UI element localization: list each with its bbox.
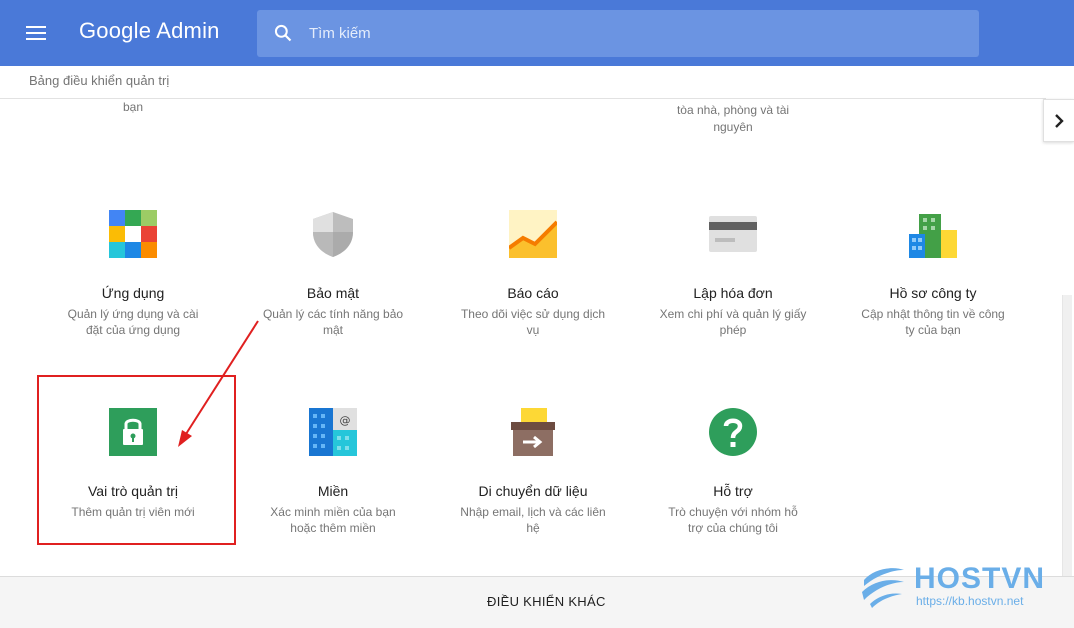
tile-reports[interactable]: Báo cáo Theo dõi việc sử dụng dịch vụ <box>443 210 623 338</box>
hostvn-logo-icon <box>862 568 904 608</box>
domains-icon: @ <box>309 408 357 456</box>
breadcrumb: Bảng điều khiển quản trị <box>0 66 1046 99</box>
watermark-name: HOSTVN <box>914 562 1046 595</box>
tile-description: Quản lý các tính năng bảo mật <box>262 307 404 337</box>
tile-description: Quản lý ứng dụng và cài đặt của ứng dụng <box>67 307 199 337</box>
billing-card-icon <box>709 216 757 252</box>
side-panel-toggle[interactable] <box>1043 99 1074 142</box>
search-box[interactable] <box>257 10 979 57</box>
security-shield-icon <box>313 212 353 257</box>
scrollbar-thumb[interactable] <box>1062 295 1072 577</box>
tile-description: Nhập email, lịch và các liên hệ <box>460 505 606 535</box>
partial-tile-desc: bạn <box>122 100 144 114</box>
tile-billing[interactable]: Lập hóa đơn Xem chi phí và quản lý giấy … <box>643 210 823 338</box>
search-input[interactable] <box>309 10 949 57</box>
tile-description: Xem chi phí và quản lý giấy phép <box>659 307 807 337</box>
tile-apps[interactable]: Ứng dụng Quản lý ứng dụng và cài đặt của… <box>43 210 223 338</box>
breadcrumb-label[interactable]: Bảng điều khiển quản trị <box>29 73 169 88</box>
main-menu-button[interactable] <box>20 22 52 46</box>
tile-support[interactable]: Hỗ trợ Trò chuyện với nhóm hỗ trợ của ch… <box>643 408 823 536</box>
watermark-url: https://kb.hostvn.net <box>916 594 1024 608</box>
support-question-icon <box>709 408 757 456</box>
hamburger-icon <box>26 26 46 28</box>
tile-title: Bảo mật <box>306 285 360 301</box>
brand-title[interactable]: Google Admin <box>79 18 220 44</box>
tile-title: Miền <box>317 483 349 499</box>
tile-description: Cập nhật thông tin về công ty của bạn <box>861 307 1005 337</box>
tile-title: Di chuyển dữ liệu <box>478 483 588 499</box>
top-app-bar: Google Admin <box>0 0 1074 66</box>
tile-description: Theo dõi việc sử dụng dịch vụ <box>460 307 606 337</box>
search-icon <box>274 24 292 42</box>
highlight-box <box>37 375 236 545</box>
tile-description: Trò chuyện với nhóm hỗ trợ của chúng tôi <box>668 505 798 535</box>
apps-icon <box>109 210 157 258</box>
tile-title: Ứng dụng <box>101 285 165 301</box>
tile-domains[interactable]: @ Miền Xác minh miền của bạn hoặc thêm m… <box>243 408 423 536</box>
more-controls-button[interactable]: ĐIỀU KHIỂN KHÁC <box>487 594 606 609</box>
company-building-icon <box>909 214 957 258</box>
svg-text:@: @ <box>340 414 351 427</box>
tile-title: Hỗ trợ <box>713 483 753 499</box>
tile-title: Lập hóa đơn <box>693 285 773 301</box>
chevron-right-icon <box>1055 114 1064 128</box>
partial-tile-desc: tòa nhà, phòng và tài nguyên <box>676 103 790 134</box>
watermark: HOSTVN https://kb.hostvn.net <box>860 560 1060 610</box>
tile-data-migration[interactable]: Di chuyển dữ liệu Nhập email, lịch và cá… <box>443 408 623 536</box>
tile-security[interactable]: Bảo mật Quản lý các tính năng bảo mật <box>243 210 423 338</box>
tile-description: Xác minh miền của bạn hoặc thêm miền <box>270 505 396 535</box>
tile-title: Hồ sơ công ty <box>889 285 977 301</box>
tile-title: Báo cáo <box>507 285 559 301</box>
reports-chart-icon <box>507 210 559 258</box>
tile-company-profile[interactable]: Hồ sơ công ty Cập nhật thông tin về công… <box>843 210 1023 338</box>
data-migration-icon <box>511 408 555 456</box>
